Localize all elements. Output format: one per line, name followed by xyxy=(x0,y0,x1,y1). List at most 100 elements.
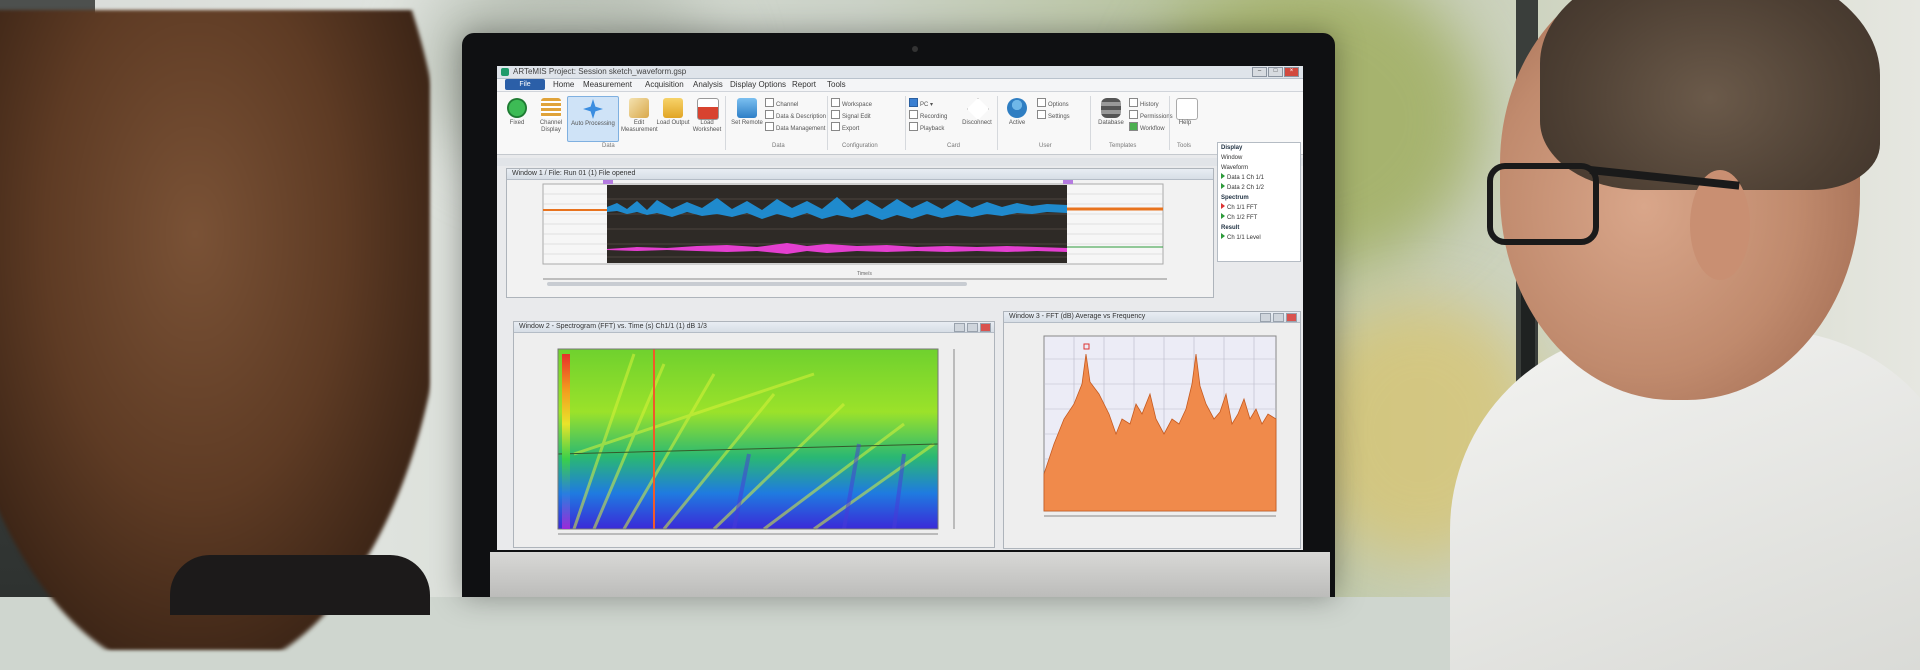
ribbon-fixed-button[interactable]: Fixed xyxy=(499,96,535,140)
menu-bar: File Home Measurement Acquisition Analys… xyxy=(497,79,1303,92)
webcam xyxy=(912,46,918,52)
spectrum-panel-title: Window 3 - FFT (dB) Average vs Frequency xyxy=(1004,312,1300,323)
ribbon-set-remote-button[interactable]: Set Remote xyxy=(729,96,765,140)
waveform-panel: Window 1 / File: Run 01 (1) File opened xyxy=(506,168,1214,298)
tree-item-spectrum[interactable]: Spectrum xyxy=(1218,193,1300,203)
ribbon-load-worksheet-button[interactable]: Load Worksheet xyxy=(689,96,725,140)
waveform-x-axis-label: Time/s xyxy=(857,271,872,277)
ribbon-small-recording[interactable]: Recording xyxy=(909,110,947,120)
ribbon-small-workflow[interactable]: Workflow xyxy=(1129,122,1165,132)
menu-report[interactable]: Report xyxy=(792,80,816,89)
green-arrow-icon xyxy=(1221,233,1225,239)
minimize-button[interactable]: – xyxy=(1252,67,1267,77)
ribbon-small-pc[interactable]: PC ▾ xyxy=(909,98,933,108)
sparkle-icon xyxy=(583,99,603,119)
spectrum-panel: Window 3 - FFT (dB) Average vs Frequency xyxy=(1003,311,1301,549)
ribbon-auto-processing-button[interactable]: Auto Processing xyxy=(567,96,619,142)
ribbon-help-button[interactable]: Help xyxy=(1173,96,1198,140)
menu-display-options[interactable]: Display Options xyxy=(730,80,786,89)
person-left-hair xyxy=(0,10,430,650)
tree-item-waveform[interactable]: Waveform xyxy=(1218,163,1300,173)
group-label-data-2: Data xyxy=(772,143,785,149)
tree-item-result[interactable]: Result xyxy=(1218,223,1300,233)
ribbon-separator xyxy=(725,96,726,150)
tree-item-display[interactable]: Display xyxy=(1218,143,1300,153)
group-label-templates: Templates xyxy=(1109,143,1137,149)
waveform-scrollbar xyxy=(547,282,967,286)
waveform-plot xyxy=(542,180,1167,286)
menu-measurement[interactable]: Measurement xyxy=(583,80,632,89)
spectrogram-panel-controls xyxy=(954,323,991,332)
ribbon-small-settings[interactable]: Settings xyxy=(1037,110,1070,120)
green-arrow-icon xyxy=(1221,173,1225,179)
glasses xyxy=(1487,163,1599,245)
green-arrow-icon xyxy=(1221,213,1225,219)
ribbon-properties-button[interactable]: Disconnect xyxy=(959,96,995,140)
ribbon-separator xyxy=(827,96,828,150)
group-label-data: Data xyxy=(602,143,615,149)
spectrogram-panel: Window 2 - Spectrogram (FFT) vs. Time (s… xyxy=(513,321,995,548)
spectrum-plot xyxy=(1043,335,1277,517)
edit-icon xyxy=(629,98,649,118)
red-arrow-icon xyxy=(1221,203,1225,209)
person-right-hair xyxy=(1540,0,1880,190)
tree-item-fft-1[interactable]: Ch 1/1 FFT xyxy=(1218,203,1300,213)
green-circle-icon xyxy=(507,98,527,118)
file-menu-button[interactable]: File xyxy=(505,79,545,90)
ribbon-separator xyxy=(997,96,998,150)
ribbon-channel-display-button[interactable]: Channel Display xyxy=(533,96,569,140)
window-controls: – □ × xyxy=(1252,67,1299,77)
database-icon xyxy=(1101,98,1121,118)
tree-item-level[interactable]: Ch 1/1 Level xyxy=(1218,233,1300,243)
diamond-icon xyxy=(967,98,989,120)
group-label-tools: Tools xyxy=(1177,143,1192,149)
monitor-icon xyxy=(737,98,757,118)
waveform-marker-left xyxy=(603,180,613,184)
ribbon-database-button[interactable]: Database xyxy=(1093,96,1129,140)
ribbon-small-permissions[interactable]: Permissions xyxy=(1129,110,1173,120)
ribbon-small-workspace[interactable]: Workspace xyxy=(831,98,872,108)
green-arrow-icon xyxy=(1221,183,1225,189)
ribbon-small-data-management[interactable]: Data Management xyxy=(765,122,825,132)
ribbon-separator xyxy=(1169,96,1170,150)
user-icon xyxy=(1007,98,1027,118)
ribbon-small-export[interactable]: Export xyxy=(831,122,859,132)
menu-tools[interactable]: Tools xyxy=(827,80,846,89)
menu-home[interactable]: Home xyxy=(553,80,574,89)
waveform-marker-right xyxy=(1063,180,1073,184)
ribbon-small-signal-edit[interactable]: Signal Edit xyxy=(831,110,871,120)
spectrum-panel-controls xyxy=(1260,313,1297,322)
menu-analysis[interactable]: Analysis xyxy=(693,80,723,89)
tree-item-fft-2[interactable]: Ch 1/2 FFT xyxy=(1218,213,1300,223)
document-red-icon xyxy=(697,98,719,120)
person-left-shoulder xyxy=(170,555,430,615)
ribbon-edit-measurement-button[interactable]: Edit Measurement xyxy=(621,96,658,140)
monitor-chin xyxy=(490,552,1330,597)
tree-item-data-2[interactable]: Data 2 Ch 1/2 xyxy=(1218,183,1300,193)
tree-item-window[interactable]: Window xyxy=(1218,153,1300,163)
ribbon-load-output-button[interactable]: Load Output xyxy=(655,96,691,140)
mdi-strip xyxy=(497,158,1303,167)
folder-icon xyxy=(663,98,683,118)
tree-item-data-1[interactable]: Data 1 Ch 1/1 xyxy=(1218,173,1300,183)
group-label-card: Card xyxy=(947,143,961,149)
spectrogram-panel-title: Window 2 - Spectrogram (FFT) vs. Time (s… xyxy=(514,322,994,333)
list-icon xyxy=(541,98,561,118)
spectrogram-color-scale xyxy=(562,354,570,529)
title-bar: ARTeMIS Project: Session sketch_waveform… xyxy=(497,66,1303,79)
ribbon-small-channel[interactable]: Channel xyxy=(765,98,798,108)
maximize-button[interactable]: □ xyxy=(1268,67,1283,77)
navigation-tree: Display Window Waveform Data 1 Ch 1/1 Da… xyxy=(1217,142,1301,262)
group-label-configuration: Configuration xyxy=(842,143,878,149)
close-button[interactable]: × xyxy=(1284,67,1299,77)
ribbon-active-button[interactable]: Active xyxy=(999,96,1035,140)
ribbon-small-playback[interactable]: Playback xyxy=(909,122,944,132)
group-label-user: User xyxy=(1039,143,1052,149)
ribbon-small-history[interactable]: History xyxy=(1129,98,1159,108)
ribbon-small-options[interactable]: Options xyxy=(1037,98,1069,108)
spectrogram-plot xyxy=(557,348,955,535)
ribbon: Fixed Channel Display Auto Processing Ed… xyxy=(497,92,1303,155)
screen: ARTeMIS Project: Session sketch_waveform… xyxy=(497,66,1303,550)
menu-acquisition[interactable]: Acquisition xyxy=(645,80,684,89)
ribbon-small-data-description[interactable]: Data & Description xyxy=(765,110,826,120)
